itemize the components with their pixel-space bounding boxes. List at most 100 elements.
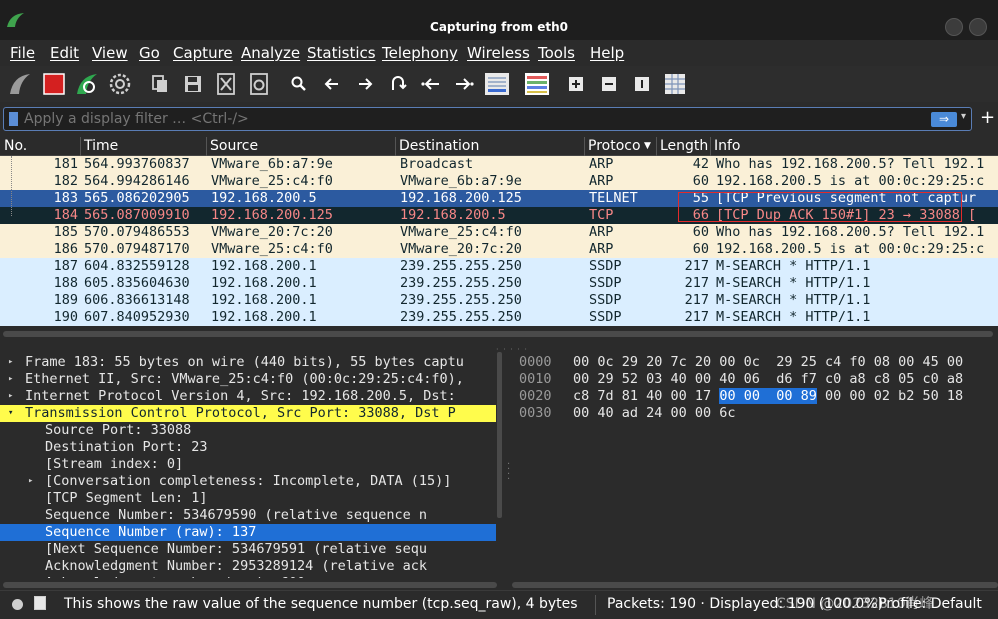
restart-capture-icon[interactable] [74,71,100,97]
zoom-out-icon[interactable] [596,71,622,97]
minimize-button[interactable] [945,18,963,36]
go-forward-icon[interactable] [352,71,378,97]
packet-row[interactable]: 182 564.994286146 VMware_25:c4:f0 VMware_6b… [0,173,998,190]
packet-no: 189 [53,292,78,308]
resize-columns-icon[interactable] [662,71,688,97]
menu-edit[interactable]: Edit [50,44,79,62]
packet-protocol: SSDP [589,292,622,308]
detail-tree-item[interactable]: ▾ Transmission Control Protocol, Src Port… [0,405,496,422]
go-last-icon[interactable] [451,71,477,97]
column-header-protocol[interactable]: Protoco [588,138,641,154]
details-bytes-splitter[interactable]: · · · · [503,352,515,588]
normal-size-icon[interactable] [629,71,655,97]
go-back-icon[interactable] [319,71,345,97]
expert-info-icon[interactable] [12,599,23,610]
packet-length: 60 [692,173,709,189]
go-first-icon[interactable] [418,71,444,97]
packet-row[interactable]: 189 606.836613148 192.168.200.1 239.255.255… [0,292,998,309]
bytes-horizontal-scrollbar[interactable] [512,582,998,588]
detail-tree-item[interactable]: Sequence Number (raw): 137 [0,524,496,541]
hex-offset: 0000 [519,354,552,370]
packet-source: 192.168.200.5 [211,190,317,206]
hex-bytes-text: 00 00 02 b2 50 18 [816,388,964,404]
column-header-no[interactable]: No. [4,138,27,154]
packet-row[interactable]: 188 605.835604630 192.168.200.1 239.255.255… [0,275,998,292]
packet-row[interactable]: 185 570.079486553 VMware_20:7c:20 VMware_25… [0,224,998,241]
packet-bytes-pane: 0000 00 0c 29 20 7c 20 00 0c 29 25 c4 f0 … [515,352,998,578]
detail-tree-item[interactable]: [Stream index: 0] [0,456,496,473]
menu-capture[interactable]: Capture [173,44,233,62]
detail-tree-item[interactable]: ▸ Internet Protocol Version 4, Src: 192.1… [0,388,496,405]
autoscroll-icon[interactable] [483,71,511,97]
menu-analyze[interactable]: Analyze [241,44,300,62]
detail-tree-item[interactable]: Acknowledgment number (raw): 600 [0,575,496,578]
detail-tree-item[interactable]: [Next Sequence Number: 534679591 (relati… [0,541,496,558]
menu-file[interactable]: File [10,44,35,62]
menu-go[interactable]: Go [139,44,160,62]
packet-row[interactable]: 187 604.832559128 192.168.200.1 239.255.255… [0,258,998,275]
detail-tree-item[interactable]: [TCP Segment Len: 1] [0,490,496,507]
capture-options-icon[interactable] [107,71,133,97]
collapsed-arrow-icon[interactable]: ▸ [8,388,13,405]
detail-tree-item[interactable]: ▸ Ethernet II, Src: VMware_25:c4:f0 (00:0… [0,371,496,388]
detail-text: Sequence Number: 534679590 (relative seq… [45,507,428,523]
detail-tree-item[interactable]: Source Port: 33088 [0,422,496,439]
filter-dropdown-icon[interactable]: ▾ [961,111,966,122]
reload-file-icon[interactable] [246,71,272,97]
close-window-button[interactable] [969,18,987,36]
add-filter-button-icon[interactable]: + [980,107,995,128]
detail-tree-item[interactable]: Sequence Number: 534679590 (relative seq… [0,507,496,524]
hex-bytes-highlighted: 00 00 00 89 [719,388,817,404]
menu-wireless[interactable]: Wireless [467,44,530,62]
go-to-packet-icon[interactable] [385,71,411,97]
stop-capture-icon[interactable] [41,71,67,97]
apply-filter-arrow-icon[interactable]: ⇒ [931,112,957,127]
column-header-info[interactable]: Info [714,138,741,154]
packet-time: 564.994286146 [84,173,190,189]
column-header-length[interactable]: Length [660,138,708,154]
close-file-icon[interactable] [213,71,239,97]
hex-offset: 0010 [519,371,552,387]
detail-tree-item[interactable]: ▸ [Conversation completeness: Incomplete,… [0,473,496,490]
column-header-destination[interactable]: Destination [399,138,479,154]
save-file-icon[interactable] [180,71,206,97]
packet-info: M-SEARCH * HTTP/1.1 [716,292,871,308]
open-file-icon[interactable] [147,71,173,97]
packet-row[interactable]: 181 564.993760837 VMware_6b:a7:9e Broadcast… [0,156,998,173]
sort-down-icon: ▼ [644,141,651,151]
display-filter-input[interactable] [24,109,904,129]
shark-fin-start-icon[interactable] [7,71,33,97]
menu-statistics[interactable]: Statistics [307,44,376,62]
menu-view[interactable]: View [92,44,128,62]
menu-help[interactable]: Help [590,44,624,62]
collapsed-arrow-icon[interactable]: ▸ [28,473,33,490]
packet-destination: 239.255.255.250 [400,258,522,274]
bookmark-icon[interactable] [9,112,18,126]
packet-destination: 192.168.200.5 [400,207,506,223]
packet-protocol: TCP [589,207,614,223]
detail-tree-item[interactable]: Destination Port: 23 [0,439,496,456]
column-header-source[interactable]: Source [210,138,258,154]
expanded-arrow-icon[interactable]: ▾ [8,405,13,422]
packet-row[interactable]: 186 570.079487170 VMware_25:c4:f0 VMware_20… [0,241,998,258]
menu-tools[interactable]: Tools [538,44,575,62]
packet-time: 604.832559128 [84,258,190,274]
details-vertical-scrollbar[interactable] [497,352,502,518]
column-header-time[interactable]: Time [84,138,118,154]
detail-tree-item[interactable]: ▸ Frame 183: 55 bytes on wire (440 bits),… [0,354,496,371]
menu-telephony[interactable]: Telephony [382,44,458,62]
detail-text: Transmission Control Protocol, Src Port:… [25,405,456,421]
find-packet-icon[interactable] [286,71,312,97]
packet-source: VMware_20:7c:20 [211,224,333,240]
packet-details-tree: ▸ Frame 183: 55 bytes on wire (440 bits),… [0,352,498,578]
collapsed-arrow-icon[interactable]: ▸ [8,354,13,371]
collapsed-arrow-icon[interactable]: ▸ [8,371,13,388]
zoom-in-icon[interactable] [563,71,589,97]
packet-source: 192.168.200.1 [211,275,317,291]
colorize-icon[interactable] [523,71,551,97]
details-horizontal-scrollbar[interactable] [3,582,497,588]
capture-comment-icon[interactable] [34,596,46,610]
packet-row[interactable]: 190 607.840952930 192.168.200.1 239.255.255… [0,309,998,326]
detail-tree-item[interactable]: Acknowledgment Number: 2953289124 (relat… [0,558,496,575]
packet-source: 192.168.200.1 [211,309,317,325]
